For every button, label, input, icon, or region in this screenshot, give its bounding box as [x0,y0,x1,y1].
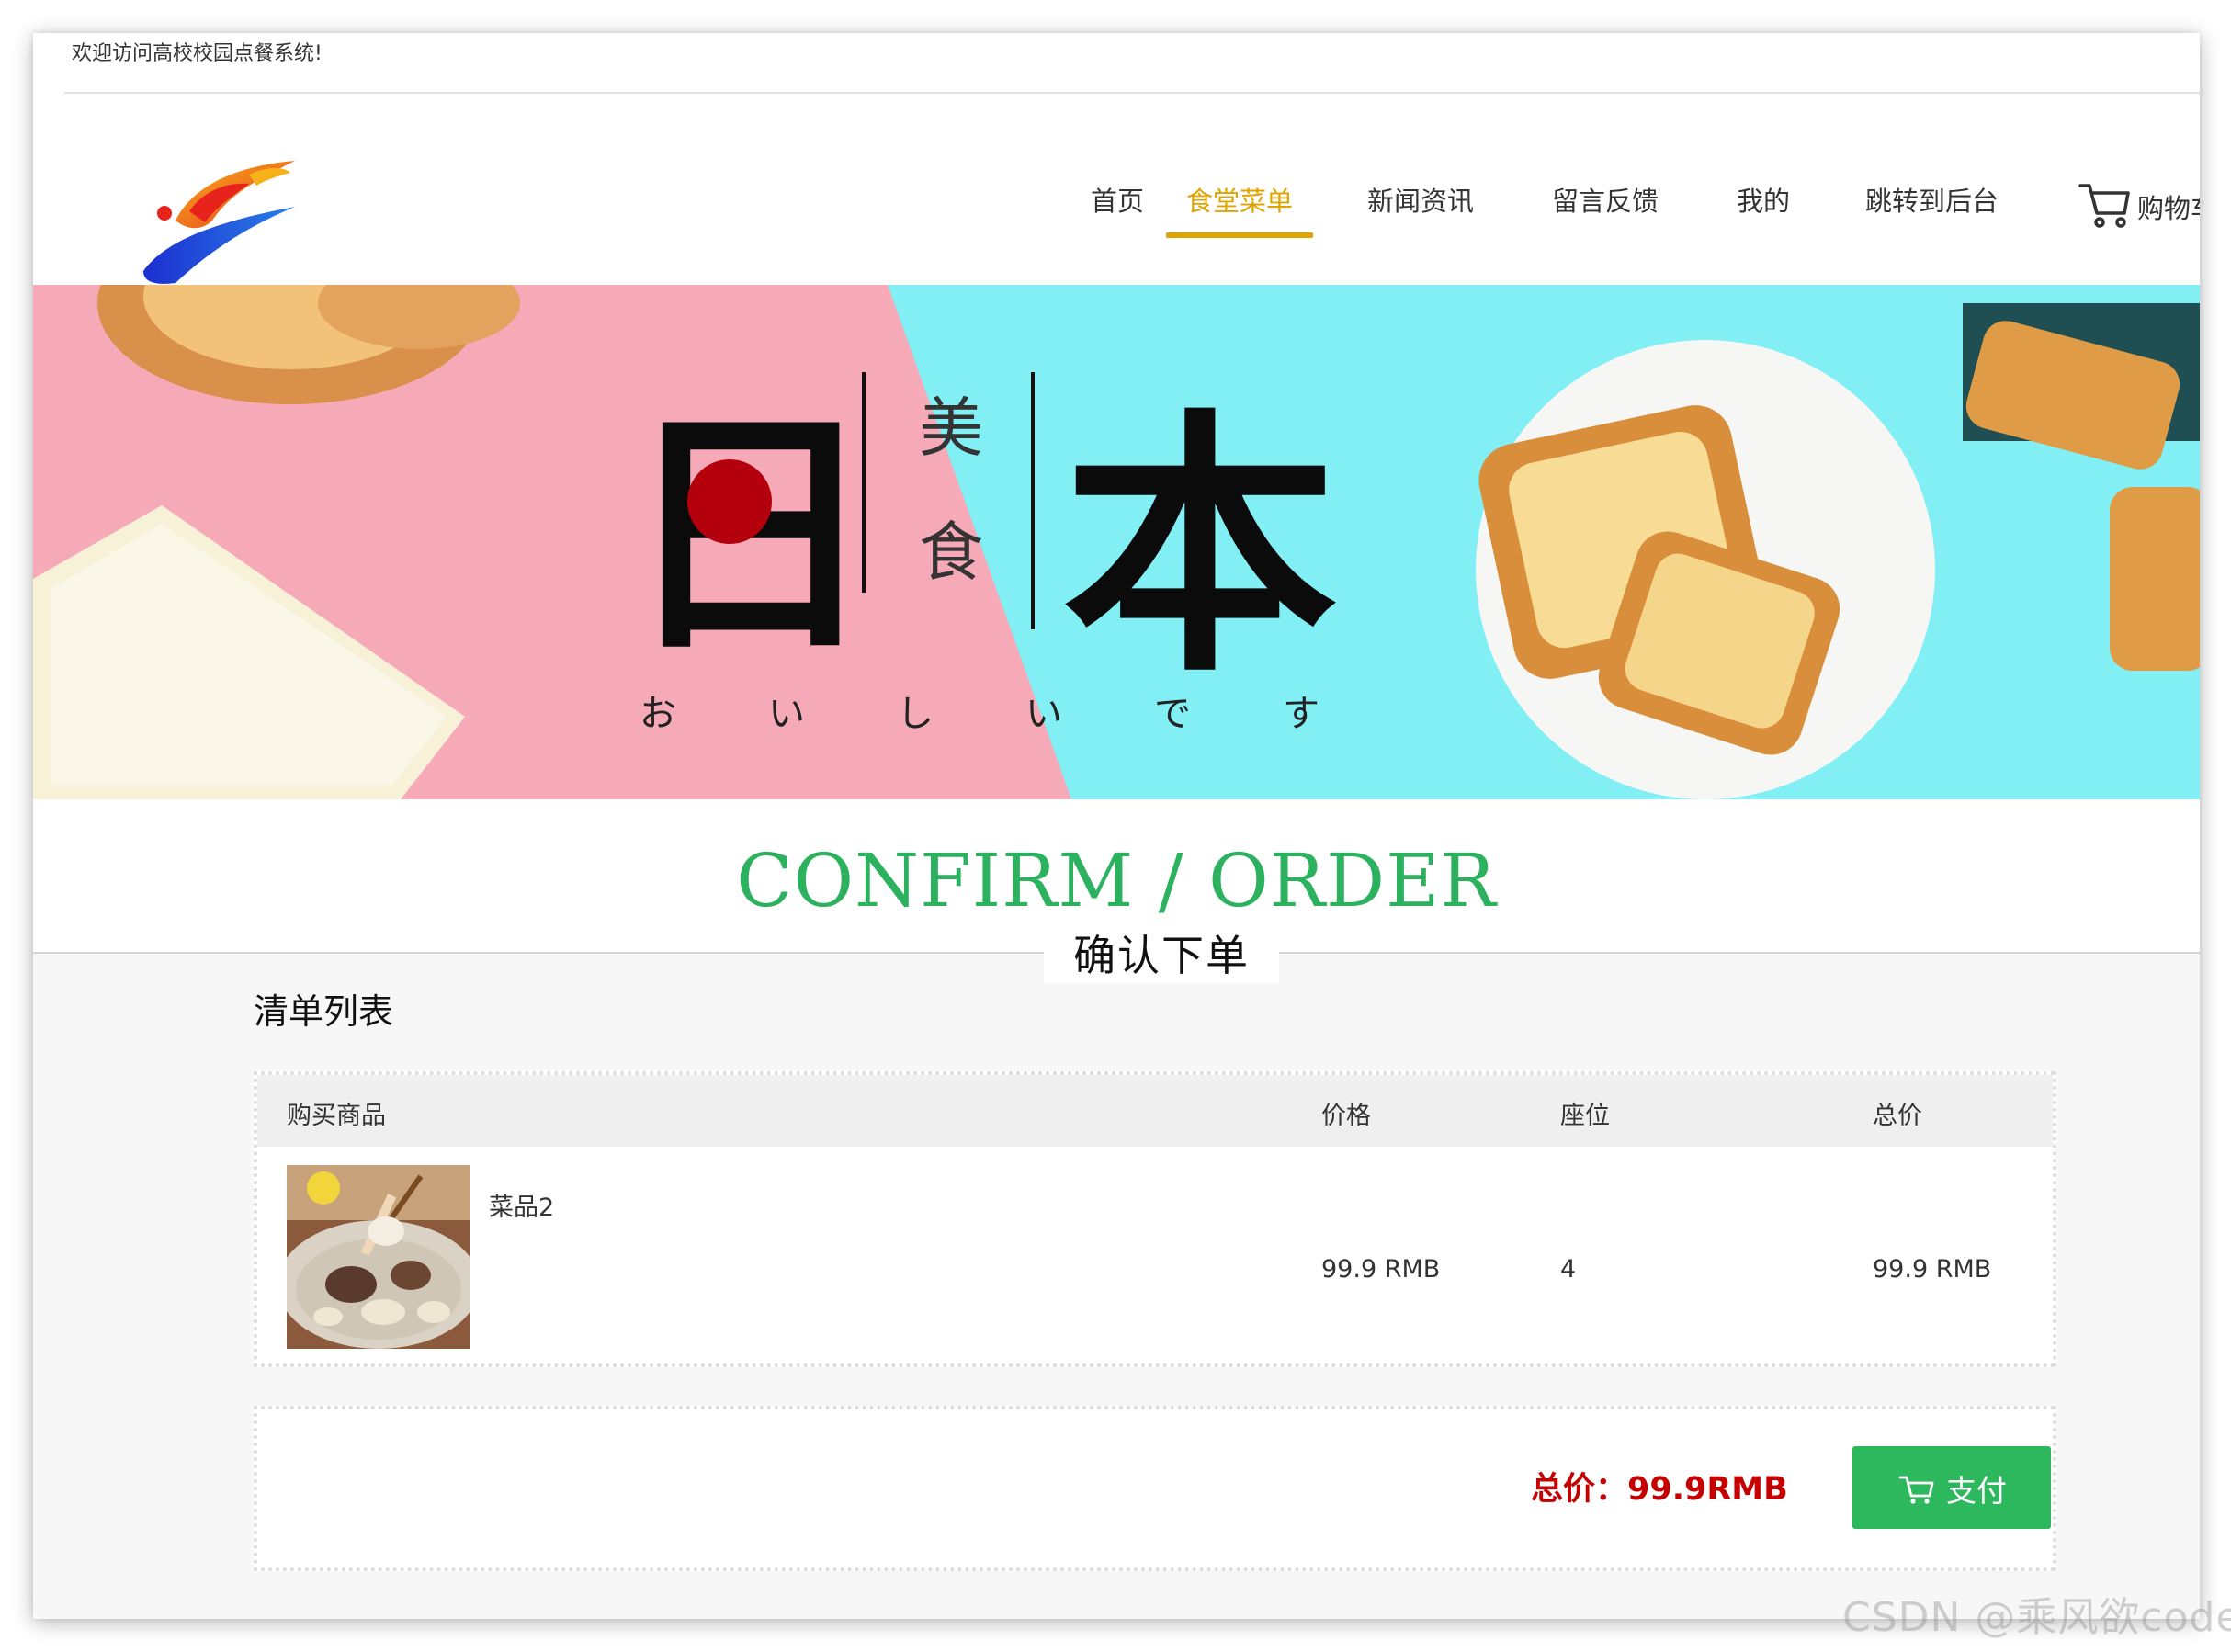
watermark: CSDN @乘风欲code [1842,1594,2231,1641]
header-seat: 座位 [1560,1102,1610,1130]
banner-kana-3: し [897,693,934,735]
table-header: 购买商品 价格 座位 总价 [257,1075,2053,1147]
header-price: 价格 [1321,1102,1371,1130]
welcome-text: 欢迎访问高校校园点餐系统! [72,42,323,65]
cart-label: 购物车 [2137,193,2200,224]
item-name[interactable]: 菜品2 [489,1187,554,1223]
banner-kana-6: す [1283,693,1319,735]
banner-kana-2: い [768,693,805,735]
banner: 日 美 食 本 お い し い で す [33,285,2200,799]
list-title: 清单列表 [254,991,394,1032]
banner-small-bottom: 食 [919,515,983,590]
browser-page: 欢迎访问高校校园点餐系统! 首页 食堂菜单 新闻资讯 留言反馈 我的 跳转到后台… [33,33,2200,1619]
nav-mine[interactable]: 我的 [1737,180,1790,219]
dish-image[interactable] [287,1165,470,1349]
item-price: 99.9 RMB [1321,1255,1441,1284]
pay-button[interactable]: 支付 [1852,1446,2051,1529]
nav-canteen-menu[interactable]: 食堂菜单 [1186,180,1293,219]
total-amount: 总价：99.9RMB [1531,1471,1788,1508]
pay-button-label: 支付 [1946,1473,2007,1509]
header-product: 购买商品 [287,1102,386,1130]
cart-icon [2078,184,2130,228]
page-title: CONFIRM / ORDER [736,838,1497,923]
page-subtitle: 确认下单 [1044,922,1279,983]
nav-active-underline [1166,232,1313,238]
banner-kana-5: で [1154,693,1191,735]
item-seat: 4 [1560,1255,1577,1284]
nav-home[interactable]: 首页 [1091,180,1144,219]
banner-small-top: 美 [919,390,983,466]
top-bar: 欢迎访问高校校园点餐系统! [33,33,2200,94]
nav-feedback[interactable]: 留言反馈 [1552,180,1659,219]
banner-big-right: 本 [1062,384,1338,708]
nav-news[interactable]: 新闻资讯 [1367,180,1474,219]
banner-kana-4: い [1025,693,1062,735]
order-table: 购买商品 价格 座位 总价 菜品2 99.9 RMB 4 99.9 RMB [254,1071,2056,1367]
banner-kana-1: お [640,693,676,735]
payment-bar: 总价：99.9RMB 支付 [254,1406,2056,1571]
item-total: 99.9 RMB [1873,1255,1992,1284]
nav-admin[interactable]: 跳转到后台 [1865,180,1999,219]
cart-icon [1898,1476,1934,1504]
header-total: 总价 [1873,1102,1922,1130]
